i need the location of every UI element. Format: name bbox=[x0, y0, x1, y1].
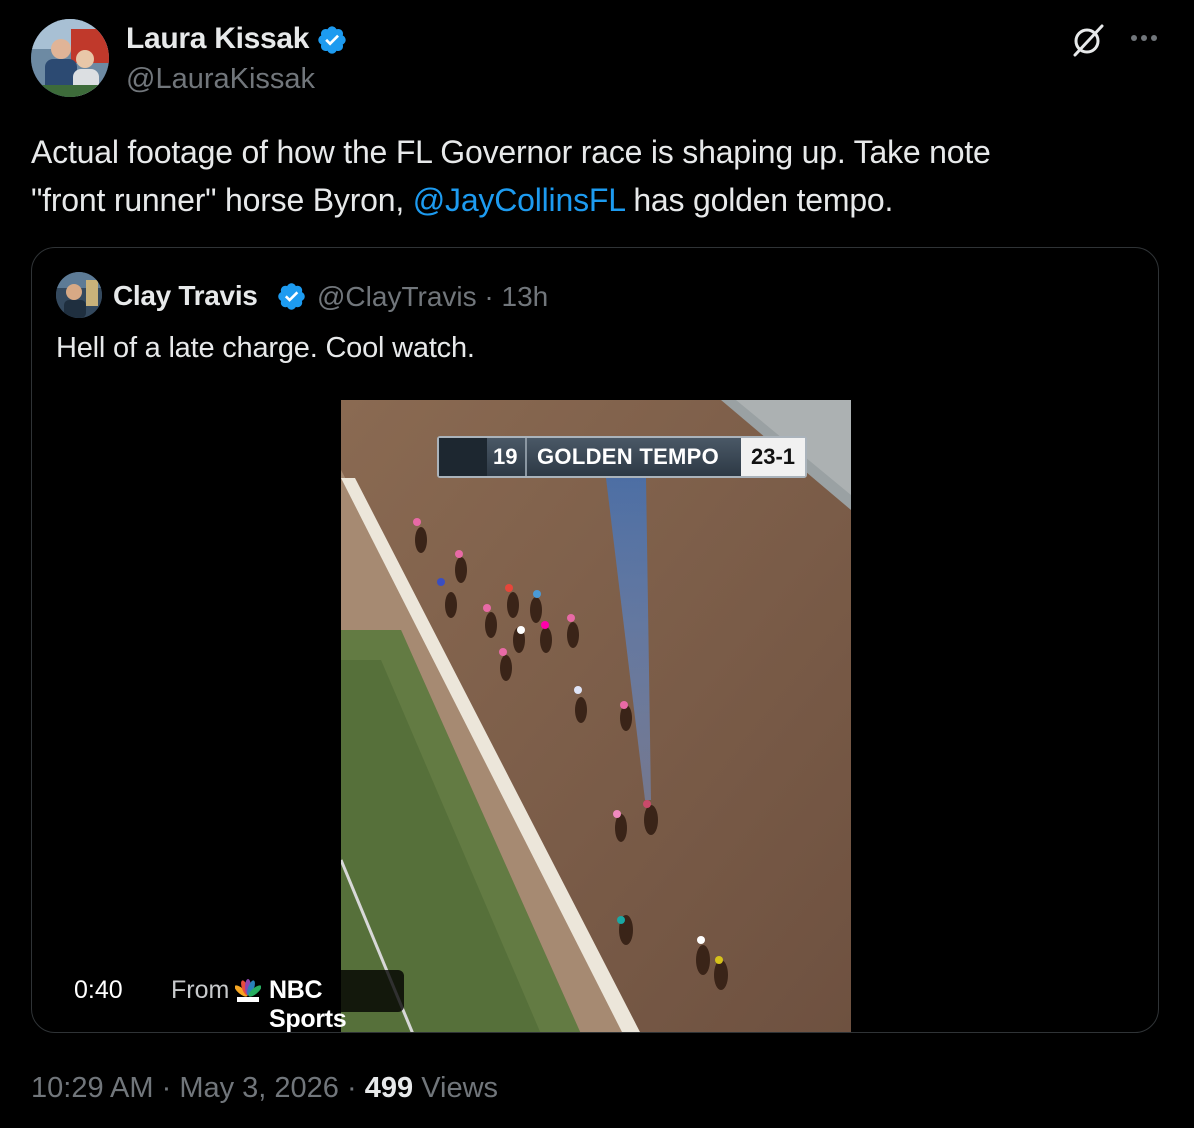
footer-separator: · bbox=[347, 1072, 357, 1104]
video-source-name[interactable]: NBC Sports bbox=[269, 976, 404, 1032]
quoted-tweet-card[interactable]: Clay Travis @ClayTravis · 13h Hell of a … bbox=[31, 247, 1159, 1033]
mention-link[interactable]: @JayCollinsFL bbox=[413, 182, 625, 218]
scoreboard-divider bbox=[525, 438, 527, 476]
verified-badge-icon bbox=[278, 283, 305, 310]
video-duration: 0:40 bbox=[74, 976, 123, 1004]
scoreboard-horse-name: GOLDEN TEMPO bbox=[537, 444, 720, 469]
verified-badge-icon[interactable] bbox=[316, 24, 348, 56]
quoted-author-name[interactable]: Clay Travis bbox=[113, 280, 258, 312]
tweet-text-part: "front runner" horse Byron, bbox=[31, 182, 413, 218]
quoted-meta: @ClayTravis · 13h bbox=[317, 281, 548, 313]
scoreboard-left-panel bbox=[439, 438, 487, 476]
scoreboard-number: 19 bbox=[493, 444, 518, 469]
quoted-text: Hell of a late charge. Cool watch. bbox=[56, 332, 475, 364]
scoreboard-graphic: 19 GOLDEN TEMPO 23-1 bbox=[437, 436, 807, 478]
quoted-author-avatar[interactable] bbox=[56, 272, 102, 318]
tweet-time[interactable]: 10:29 AM bbox=[31, 1072, 154, 1104]
video-player[interactable]: 19 GOLDEN TEMPO 23-1 bbox=[341, 400, 851, 1032]
author-handle[interactable]: @LauraKissak bbox=[126, 63, 315, 96]
tweet-text-line-1: Actual footage of how the FL Governor ra… bbox=[31, 134, 991, 170]
meta-separator: · bbox=[484, 281, 494, 312]
quoted-age[interactable]: 13h bbox=[502, 281, 549, 312]
nbc-peacock-icon bbox=[235, 979, 261, 1002]
views-label: Views bbox=[421, 1072, 499, 1104]
views-count: 499 bbox=[364, 1072, 414, 1104]
video-info-overlay[interactable]: 0:40 From NBC Sports bbox=[58, 970, 404, 1032]
race-video-frame bbox=[341, 400, 851, 1032]
tweet-footer: 10:29 AM · May 3, 2026 · 499 Views bbox=[31, 1072, 498, 1105]
tweet-text-line-2: "front runner" horse Byron, @JayCollinsF… bbox=[31, 176, 1151, 224]
more-options-icon[interactable] bbox=[1128, 24, 1160, 52]
tweet-text-part: has golden tempo. bbox=[624, 182, 894, 218]
author-avatar[interactable] bbox=[31, 19, 109, 97]
scoreboard-odds: 23-1 bbox=[741, 438, 805, 476]
author-name[interactable]: Laura Kissak bbox=[126, 22, 309, 56]
video-from-label: From bbox=[171, 976, 230, 1004]
footer-separator: · bbox=[161, 1072, 172, 1104]
tweet-text: Actual footage of how the FL Governor ra… bbox=[31, 128, 1151, 224]
tweet-date[interactable]: May 3, 2026 bbox=[179, 1072, 339, 1104]
grok-icon[interactable] bbox=[1070, 22, 1106, 58]
quoted-author-handle[interactable]: @ClayTravis bbox=[317, 281, 477, 312]
